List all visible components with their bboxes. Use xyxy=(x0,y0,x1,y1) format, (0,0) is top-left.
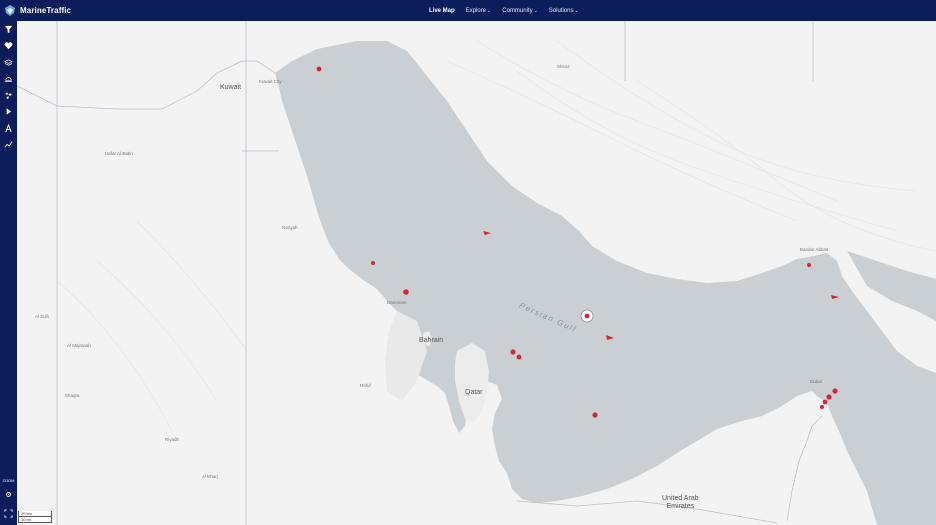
measure-button[interactable] xyxy=(0,120,17,137)
vessel-marker[interactable] xyxy=(510,349,516,355)
place-label: Kuwait xyxy=(220,84,242,91)
vessel-marker[interactable] xyxy=(592,412,598,418)
layers-button[interactable] xyxy=(0,54,17,71)
chevron-down-icon: ⌄ xyxy=(533,7,538,14)
settings-icon xyxy=(6,491,11,497)
persian-gulf-water xyxy=(275,41,936,525)
fullscreen-icon xyxy=(4,509,13,518)
live-map[interactable]: Kuwait Kuwait City Hafar Al-Batin Nariya… xyxy=(17,21,936,525)
playback-button[interactable] xyxy=(0,104,17,121)
favorites-button[interactable] xyxy=(0,38,17,55)
brand-name: MarineTraffic xyxy=(20,6,72,15)
vessel-marker[interactable] xyxy=(820,405,824,409)
density-icon xyxy=(5,92,12,99)
filter-button[interactable] xyxy=(0,21,17,38)
filter-icon xyxy=(4,25,13,33)
analytics-button[interactable] xyxy=(0,137,17,154)
weather-button[interactable] xyxy=(0,71,17,88)
place-label: Al Zulfi xyxy=(35,314,49,319)
place-label: Al Kharj xyxy=(202,474,218,479)
vessel-marker[interactable] xyxy=(316,66,322,72)
place-label: Dubai xyxy=(810,379,822,384)
map-scale: 20 km 10 mi xyxy=(18,511,52,524)
place-label: Al Majmaah xyxy=(67,343,91,348)
place-label: Shagra xyxy=(65,393,80,398)
place-label: Kuwait City xyxy=(259,79,282,84)
vessel-marker[interactable] xyxy=(403,289,409,295)
measure-icon xyxy=(5,123,12,133)
selected-vessel[interactable] xyxy=(580,309,594,323)
place-label: Bandar Abbas xyxy=(800,247,829,252)
heart-icon xyxy=(4,42,13,50)
place-label: Nariyah xyxy=(282,225,298,230)
nav-solutions[interactable]: Solutions ⌄ xyxy=(549,8,579,14)
chart-icon xyxy=(4,141,13,148)
chevron-down-icon: ⌄ xyxy=(487,7,492,14)
nav-label: Live Map xyxy=(429,7,455,14)
scale-mi: 10 mi xyxy=(18,517,52,523)
map-canvas xyxy=(17,21,936,525)
vessel-marker[interactable] xyxy=(807,263,811,267)
brand[interactable]: MarineTraffic xyxy=(4,4,71,17)
place-label: Dammam xyxy=(387,300,407,305)
density-button[interactable] xyxy=(0,87,17,104)
vessel-marker[interactable] xyxy=(516,354,522,360)
place-label: Riyadh xyxy=(165,437,180,442)
vessel-marker[interactable] xyxy=(371,261,375,265)
layers-icon xyxy=(4,59,13,66)
place-label: Bahrain xyxy=(419,337,444,344)
map-tools-sidebar: ZOOM xyxy=(0,21,17,525)
place-label: Hafar Al-Batin xyxy=(105,151,133,156)
fullscreen-button[interactable] xyxy=(0,506,17,523)
zoom-level: ZOOM xyxy=(2,478,15,483)
map-settings-button[interactable] xyxy=(0,486,17,503)
marinetraffic-logo-icon xyxy=(5,5,15,16)
nav-label: Solutions xyxy=(548,7,574,14)
chevron-down-icon: ⌄ xyxy=(574,7,579,14)
nav-label: Explore xyxy=(465,7,487,14)
play-icon xyxy=(6,108,12,115)
nav-live-map[interactable]: Live Map xyxy=(429,8,455,14)
top-navigation-bar: MarineTraffic Live Map Explore ⌄ Communit… xyxy=(0,0,936,21)
sidebar-bottom: ZOOM xyxy=(0,478,17,522)
vessel-marker[interactable] xyxy=(822,399,828,405)
weather-icon xyxy=(4,77,13,83)
main-nav: Live Map Explore ⌄ Community ⌄ Solutions ⌄ xyxy=(429,0,579,21)
place-label: Shiraz xyxy=(557,64,570,69)
nav-label: Community xyxy=(502,7,533,14)
vessel-marker[interactable] xyxy=(826,394,832,400)
nav-community[interactable]: Community ⌄ xyxy=(502,8,538,14)
nav-explore[interactable]: Explore ⌄ xyxy=(466,8,492,14)
vessel-marker[interactable] xyxy=(832,388,838,394)
place-label: Hofuf xyxy=(360,383,371,388)
place-label: Qatar xyxy=(465,389,483,396)
place-label: United Arab Emirates xyxy=(662,495,699,510)
